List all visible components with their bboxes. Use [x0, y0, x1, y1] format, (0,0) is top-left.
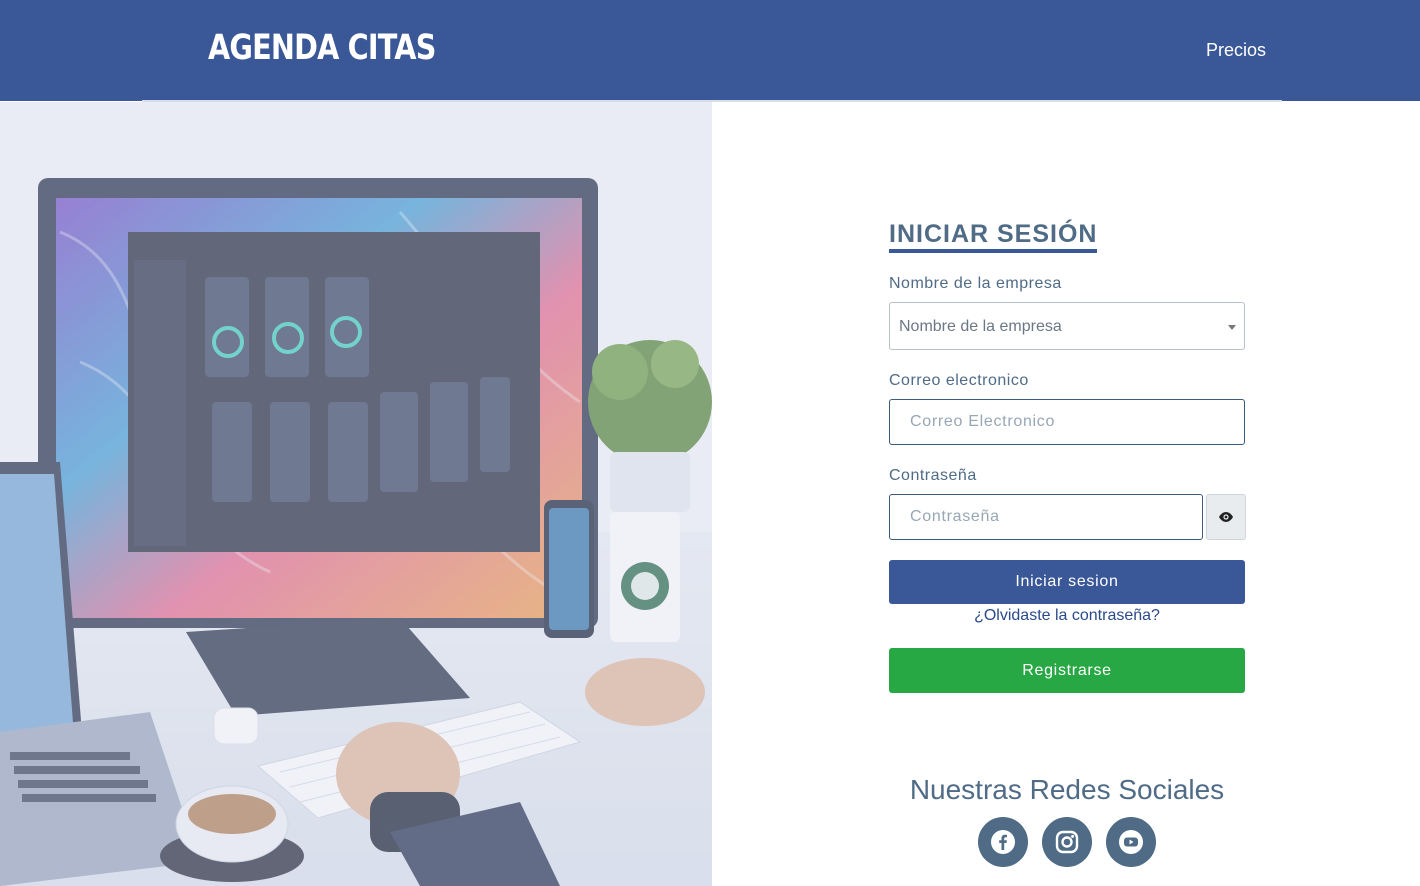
password-field[interactable] [889, 494, 1203, 540]
social-title: Nuestras Redes Sociales [909, 774, 1225, 805]
youtube-button[interactable] [1106, 817, 1156, 867]
desk-illustration [0, 102, 712, 886]
password-label: Contraseña [889, 467, 977, 484]
login-button[interactable]: Iniciar sesion [889, 560, 1245, 604]
brand-logo[interactable]: AGENDA CITAS [208, 28, 436, 68]
top-navbar: AGENDA CITAS Precios [0, 0, 1420, 102]
email-label: Correo electronico [889, 372, 1029, 389]
social-links [978, 817, 1156, 867]
register-button[interactable]: Registrarse [889, 648, 1245, 693]
facebook-button[interactable] [978, 817, 1028, 867]
facebook-icon [991, 830, 1015, 854]
toggle-password-button[interactable] [1206, 494, 1246, 540]
hero-image [0, 102, 712, 886]
instagram-button[interactable] [1042, 817, 1092, 867]
instagram-icon [1055, 830, 1079, 854]
eye-icon [1219, 512, 1233, 522]
chevron-down-icon [1228, 325, 1236, 330]
nav-link-precios[interactable]: Precios [1206, 40, 1266, 61]
login-title: INICIAR SESIÓN [889, 220, 1098, 253]
company-select[interactable]: Nombre de la empresa [889, 302, 1245, 350]
email-field[interactable] [889, 399, 1245, 445]
company-label: Nombre de la empresa [889, 275, 1062, 292]
forgot-password-link[interactable]: ¿Olvidaste la contraseña? [889, 607, 1245, 625]
company-select-value: Nombre de la empresa [899, 318, 1062, 335]
youtube-icon [1119, 830, 1143, 854]
